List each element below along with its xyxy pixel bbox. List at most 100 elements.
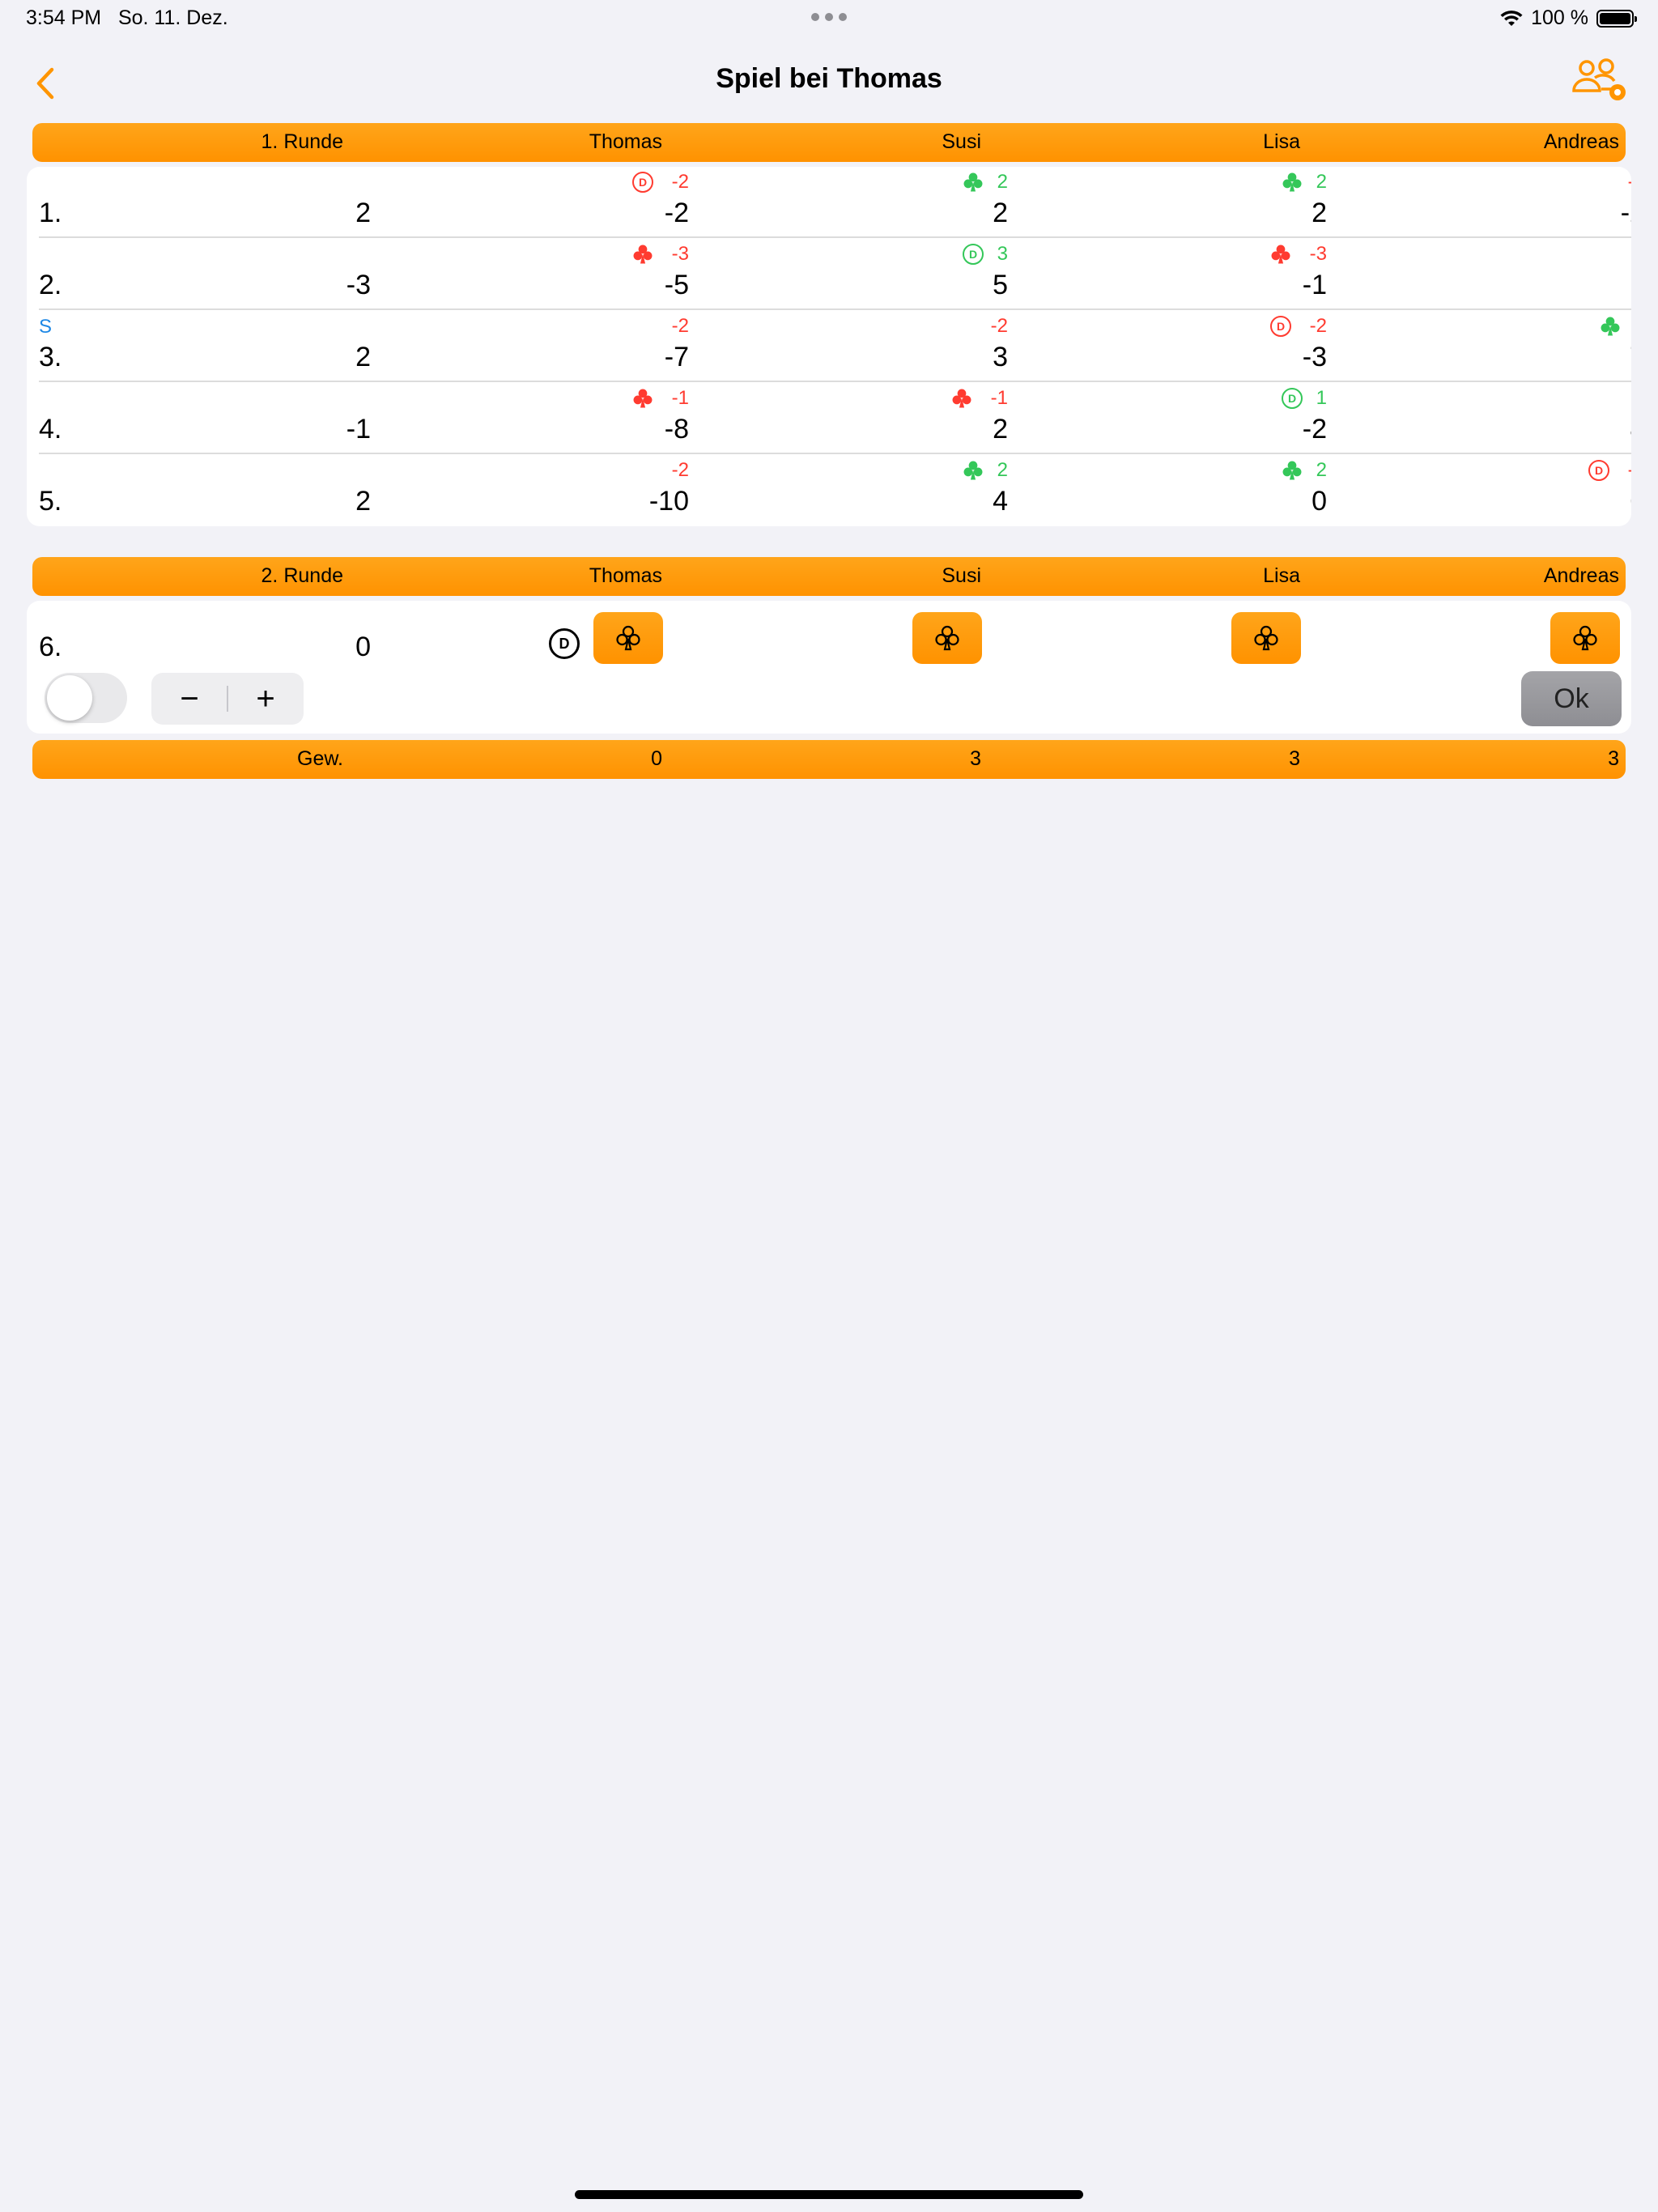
- score-total: 2: [1312, 198, 1327, 228]
- score-delta: -2: [671, 315, 689, 337]
- game-number: 5.: [39, 486, 62, 517]
- score-total: 7: [1532, 342, 1631, 373]
- ok-button[interactable]: Ok: [1521, 671, 1622, 726]
- score-total: -2: [664, 198, 689, 228]
- navigation-bar: Spiel bei Thomas: [0, 49, 1658, 113]
- winnings-value: 3: [970, 747, 981, 770]
- club-icon: [1600, 316, 1621, 337]
- score-total: -2: [1302, 414, 1327, 445]
- club-button-thomas[interactable]: [593, 612, 663, 664]
- game-value: 0: [355, 632, 371, 662]
- score-total: -8: [664, 414, 689, 445]
- winnings-value: 3: [1289, 747, 1300, 770]
- game-number: 3.: [39, 342, 62, 372]
- winnings-bar: Gew. 0 3 3 3: [32, 740, 1626, 779]
- club-outline-icon: [1573, 625, 1597, 651]
- dealer-icon: D: [1282, 388, 1303, 409]
- club-icon: [1282, 460, 1303, 481]
- decrement-button[interactable]: −: [151, 673, 227, 725]
- battery-percent: 100 %: [1531, 6, 1588, 29]
- status-right: 100 %: [1500, 6, 1637, 30]
- game-number: 4.: [39, 414, 62, 445]
- score-total: 5: [993, 270, 1008, 300]
- dealer-icon: D: [1588, 460, 1609, 481]
- round1-header: 1. Runde Thomas Susi Lisa Andreas: [32, 123, 1626, 162]
- club-icon: [951, 388, 972, 409]
- multitasking-dots-icon[interactable]: [811, 13, 847, 21]
- row-separator: [39, 236, 1631, 238]
- dealer-icon: D: [549, 628, 580, 659]
- score-total: 1: [1532, 270, 1631, 301]
- club-icon: [1270, 244, 1291, 265]
- solo-mark: S: [39, 316, 53, 338]
- game-number: 6.: [39, 632, 62, 662]
- score-total: -10: [648, 486, 689, 517]
- increment-button[interactable]: +: [227, 673, 304, 725]
- score-total: 3: [993, 342, 1008, 372]
- game-value: 2: [355, 486, 371, 517]
- winnings-label: Gew.: [297, 747, 343, 770]
- game-value: 2: [355, 198, 371, 228]
- home-indicator[interactable]: [575, 2190, 1083, 2199]
- club-icon: [632, 244, 653, 265]
- score-delta: -2: [671, 459, 689, 481]
- table-row[interactable]: 5.2-2-102420-26D: [27, 455, 1631, 526]
- game-value: -3: [346, 270, 371, 300]
- wifi-icon: [1500, 10, 1523, 26]
- club-icon: [1282, 172, 1303, 193]
- round-label: 1. Runde: [261, 130, 343, 153]
- value-stepper: − +: [151, 673, 304, 725]
- score-total: -3: [1302, 342, 1327, 372]
- players-settings-icon: [1572, 58, 1626, 100]
- winnings-value: 3: [1608, 747, 1619, 770]
- player-name: Thomas: [589, 130, 662, 153]
- club-outline-icon: [1254, 625, 1278, 651]
- solo-toggle[interactable]: [45, 673, 127, 723]
- table-row[interactable]: 2.-3-3-535D-3-131: [27, 239, 1631, 310]
- game-number: 1.: [39, 198, 62, 228]
- score-total: 0: [1312, 486, 1327, 517]
- game-number: 2.: [39, 270, 62, 300]
- score-delta: 1: [1596, 387, 1631, 410]
- club-icon: [632, 388, 653, 409]
- score-delta: 3: [1596, 243, 1631, 266]
- score-total: 8: [1532, 414, 1631, 445]
- player-name: Lisa: [1263, 130, 1300, 153]
- club-button-lisa[interactable]: [1231, 612, 1301, 664]
- row-separator: [39, 308, 1631, 310]
- score-total: -2: [1620, 198, 1631, 228]
- table-row[interactable]: 1.2-2-2D2222-2-2: [27, 167, 1631, 238]
- score-delta: -2: [1596, 171, 1631, 194]
- table-row[interactable]: 4.-1-1-8-121-2D18: [27, 383, 1631, 454]
- game-value: 2: [355, 342, 371, 372]
- status-bar: 3:54 PM So. 11. Dez. 100 %: [0, 0, 1658, 39]
- game-value: -1: [346, 414, 371, 445]
- score-total: -5: [664, 270, 689, 300]
- round2-header: 2. Runde Thomas Susi Lisa Andreas: [32, 557, 1626, 596]
- score-total: 2: [993, 414, 1008, 445]
- player-name: Susi: [942, 130, 981, 153]
- player-name: Thomas: [589, 564, 662, 587]
- club-button-susi[interactable]: [912, 612, 982, 664]
- page-title: Spiel bei Thomas: [716, 63, 942, 94]
- club-icon: [963, 172, 984, 193]
- score-total: -1: [1302, 270, 1327, 300]
- club-button-andreas[interactable]: [1550, 612, 1620, 664]
- status-time: 3:54 PM So. 11. Dez.: [26, 6, 228, 30]
- winnings-value: 0: [651, 747, 662, 770]
- score-total: 4: [993, 486, 1008, 517]
- table-row[interactable]: S3.2-2-7-23-2-3D67: [27, 311, 1631, 382]
- round2-entry: 6. 0 D − + Ok: [27, 601, 1631, 734]
- players-settings-button[interactable]: [1567, 57, 1632, 105]
- player-name: Lisa: [1263, 564, 1300, 587]
- player-name: Andreas: [1543, 564, 1619, 587]
- round1-table: 1.2-2-2D2222-2-22.-3-3-535D-3-131S3.2-2-…: [27, 167, 1631, 526]
- round-label: 2. Runde: [261, 564, 343, 587]
- row-separator: [39, 381, 1631, 382]
- player-name: Andreas: [1543, 130, 1619, 153]
- score-delta: -2: [990, 315, 1008, 337]
- player-name: Susi: [942, 564, 981, 587]
- score-total: 2: [993, 198, 1008, 228]
- score-total: -7: [664, 342, 689, 372]
- dealer-icon: D: [632, 172, 653, 193]
